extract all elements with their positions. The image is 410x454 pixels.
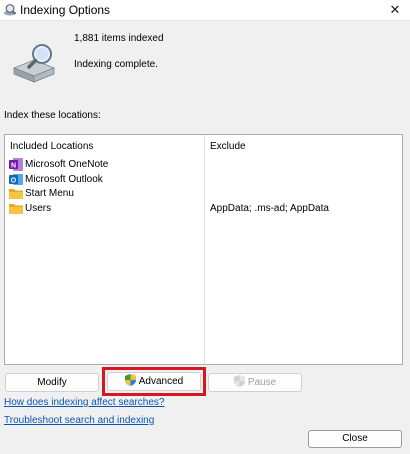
close-icon[interactable]: ✕ <box>386 1 404 19</box>
indexing-status: Indexing complete. <box>74 59 158 70</box>
title-bar: Indexing Options ✕ <box>0 0 410 21</box>
location-row-users[interactable]: Users <box>9 202 203 216</box>
indexing-drive-icon <box>12 44 56 83</box>
location-row-onenote[interactable]: N Microsoft OneNote <box>9 158 203 172</box>
troubleshoot-link[interactable]: Troubleshoot search and indexing <box>4 415 154 426</box>
items-indexed-count: 1,881 items indexed <box>74 33 164 44</box>
folder-icon <box>9 204 23 214</box>
folder-icon <box>9 189 23 199</box>
pause-button[interactable]: Pause <box>208 373 302 392</box>
pause-label: Pause <box>247 377 277 388</box>
shield-icon <box>233 375 245 387</box>
location-label: Start Menu <box>25 188 74 199</box>
outlook-icon: O <box>9 174 23 185</box>
close-button[interactable]: Close <box>308 430 402 448</box>
magnifier-icon <box>4 4 17 16</box>
location-label: Microsoft Outlook <box>25 174 103 185</box>
locations-list[interactable]: Included Locations Exclude N Microsoft O… <box>4 134 403 365</box>
location-row-start-menu[interactable]: Start Menu <box>9 187 203 201</box>
location-label: Users <box>25 203 52 214</box>
location-label: Microsoft OneNote <box>25 159 109 170</box>
window-title: Indexing Options <box>20 3 111 17</box>
locations-section-label: Index these locations: <box>4 110 101 121</box>
column-divider <box>204 135 205 364</box>
indexing-affect-searches-link[interactable]: How does indexing affect searches? <box>4 397 164 408</box>
exclude-value: AppData; .ms-ad; AppData <box>210 203 329 214</box>
exclude-header: Exclude <box>210 141 246 152</box>
svg-text:O: O <box>11 178 17 185</box>
modify-button[interactable]: Modify <box>5 373 99 392</box>
location-row-outlook[interactable]: O Microsoft Outlook <box>9 173 203 187</box>
onenote-icon: N <box>9 158 23 171</box>
advanced-highlight-box <box>102 367 206 396</box>
included-locations-header: Included Locations <box>10 141 94 152</box>
svg-text:N: N <box>11 163 16 170</box>
